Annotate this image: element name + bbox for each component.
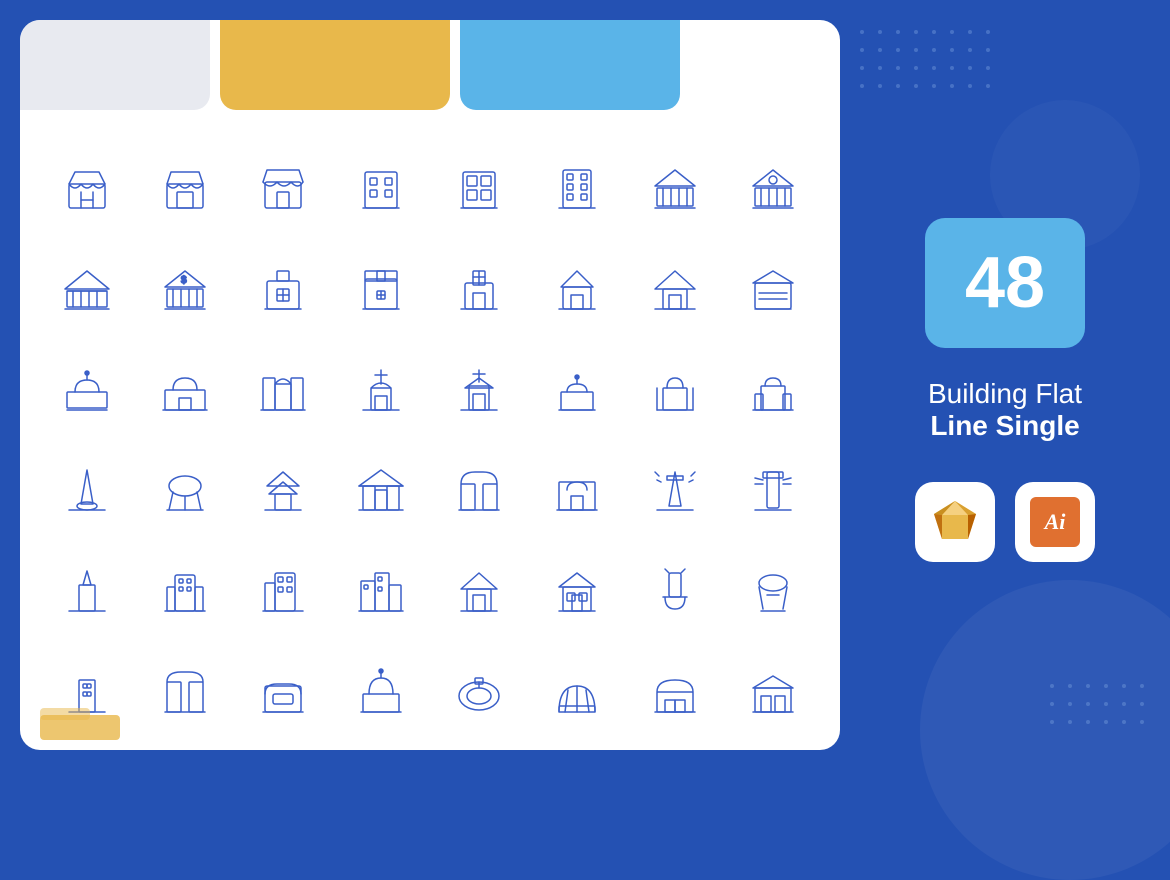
count-number: 48 — [965, 247, 1045, 319]
icon-city — [334, 543, 428, 640]
illustrator-icon-box: Ai — [1030, 497, 1080, 547]
icon-office — [334, 140, 428, 237]
icon-water-tower-small — [138, 442, 232, 539]
icon-lighthouse2 — [726, 442, 820, 539]
icon-cottage — [530, 543, 624, 640]
dot-pattern-top — [860, 30, 996, 94]
icon-church-house — [530, 241, 624, 338]
sketch-icon — [930, 497, 980, 547]
count-badge: 48 — [925, 218, 1085, 348]
yellow-strip — [40, 715, 120, 740]
app-icons: Ai — [915, 482, 1095, 562]
icon-arc-building — [138, 341, 232, 438]
icon-lighthouse — [628, 442, 722, 539]
icon-museum — [628, 140, 722, 237]
deco-yellow — [220, 20, 450, 110]
main-container: $ — [0, 0, 1170, 780]
icon-dollar-bank: $ — [138, 241, 232, 338]
icon-market — [40, 140, 134, 237]
icon-apartment — [530, 140, 624, 237]
icon-columns — [40, 241, 134, 338]
icon-house-garage — [432, 543, 526, 640]
icon-temple-gate — [334, 442, 428, 539]
left-panel: $ — [20, 20, 840, 750]
title-line1: Building Flat — [928, 378, 1082, 410]
icon-medical-building — [334, 241, 428, 338]
icon-arch-gate — [432, 442, 526, 539]
icon-church — [334, 341, 428, 438]
icon-cross-building — [432, 241, 526, 338]
icon-gate — [236, 341, 330, 438]
icon-grid-building — [432, 140, 526, 237]
icon-tower — [40, 543, 134, 640]
icon-mosque-small — [530, 341, 624, 438]
icon-church2 — [432, 341, 526, 438]
icon-obelisk — [40, 442, 134, 539]
dot-pattern-bottom — [1050, 684, 1150, 730]
title-line2: Line Single — [928, 410, 1082, 442]
deco-blue — [460, 20, 680, 110]
icon-castle — [530, 442, 624, 539]
icon-office-tower — [138, 543, 232, 640]
ai-label: Ai — [1045, 509, 1066, 535]
icon-shop-front — [138, 140, 232, 237]
icon-capitol — [40, 341, 134, 438]
icon-garage — [726, 241, 820, 338]
product-title: Building Flat Line Single — [928, 378, 1082, 442]
icon-minaret — [726, 341, 820, 438]
icon-pagoda — [236, 442, 330, 539]
icons-grid: $ — [20, 130, 840, 750]
bottom-deco — [20, 670, 840, 750]
icon-store-awning — [236, 140, 330, 237]
deco-gray — [20, 20, 210, 110]
svg-text:$: $ — [181, 275, 187, 286]
sketch-badge — [915, 482, 995, 562]
icon-water-tower-tall — [726, 543, 820, 640]
icon-mosque-tall — [628, 341, 722, 438]
icon-bank — [726, 140, 820, 237]
illustrator-badge: Ai — [1015, 482, 1095, 562]
icon-home — [628, 241, 722, 338]
deco-shapes — [20, 20, 840, 130]
icon-hospital — [236, 241, 330, 338]
icon-multi-office — [236, 543, 330, 640]
icon-water-tank — [628, 543, 722, 640]
right-panel: 48 Building Flat Line Single — [840, 0, 1170, 780]
